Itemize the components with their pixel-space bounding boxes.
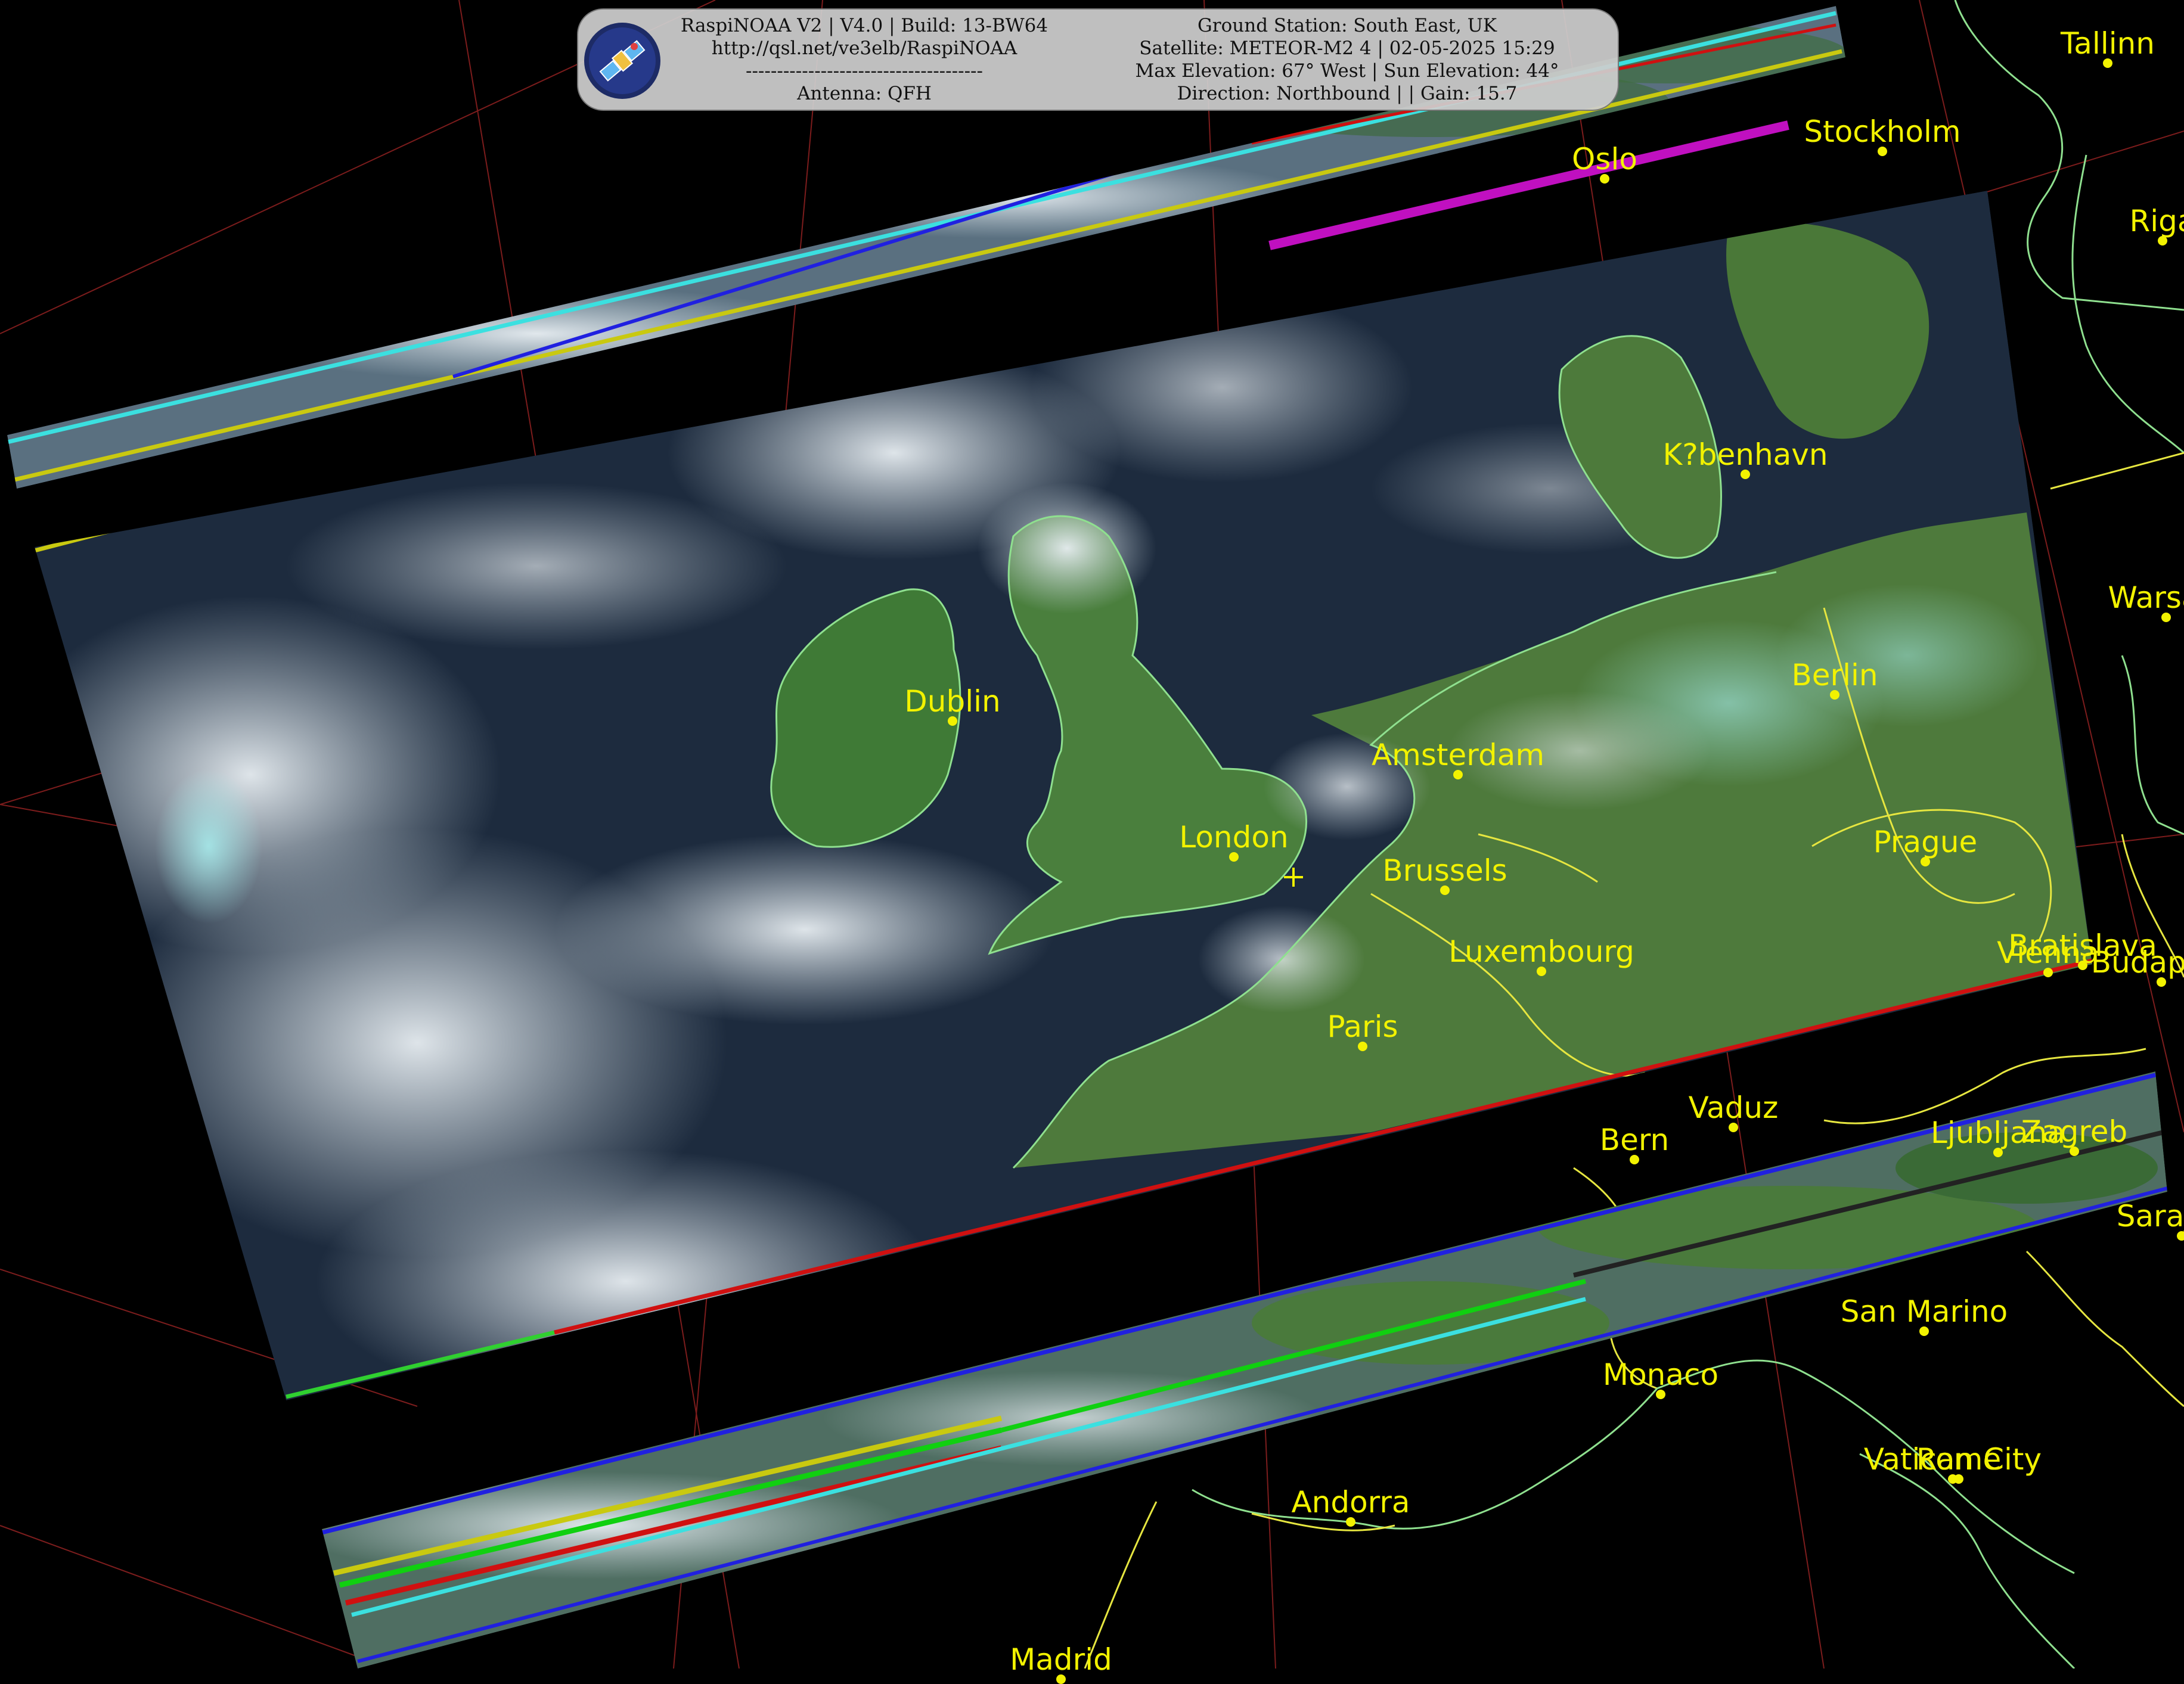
header-left-column: RaspiNOAA V2 | V4.0 | Build: 13-BW64 htt…	[656, 14, 1073, 105]
city-dot	[1056, 1674, 1066, 1684]
city-label: Prague	[1873, 825, 1978, 859]
city-label: Brussels	[1382, 853, 1507, 888]
ground-station-marker-icon	[1284, 868, 1303, 887]
city-label: Sarajevo	[2116, 1199, 2184, 1234]
city-label: K?benhavn	[1662, 437, 1828, 472]
city-label: Luxembourg	[1448, 934, 1634, 969]
header-right-column: Ground Station: South East, UK Satellite…	[1079, 14, 1615, 105]
header-elevation: Max Elevation: 67° West | Sun Elevation:…	[1135, 60, 1559, 82]
city-label: Dublin	[904, 684, 1001, 719]
city-label: Warsaw	[2108, 580, 2184, 615]
city-label: Madrid	[1010, 1642, 1112, 1677]
header-ground-station: Ground Station: South East, UK	[1198, 15, 1497, 36]
city-label: Rome	[1916, 1442, 2002, 1477]
city-label: Vaduz	[1688, 1090, 1779, 1125]
city-label: Zagreb	[2021, 1114, 2128, 1149]
city-label: Paris	[1327, 1009, 1398, 1044]
city-label: Amsterdam	[1371, 738, 1545, 772]
city-label: Berlin	[1791, 658, 1878, 692]
header-direction-gain: Direction: Northbound | | Gain: 15.7	[1177, 83, 1518, 104]
header-app-version: RaspiNOAA V2 | V4.0 | Build: 13-BW64	[680, 15, 1048, 36]
city-label: Riga	[2129, 204, 2184, 238]
city-label: San Marino	[1840, 1294, 2008, 1329]
pass-info-header: RaspiNOAA V2 | V4.0 | Build: 13-BW64 htt…	[577, 8, 1619, 111]
header-url: http://qsl.net/ve3elb/RaspiNOAA	[711, 38, 1017, 59]
city-label: Tallinn	[2061, 26, 2155, 61]
header-satellite: Satellite: METEOR-M2 4 | 02-05-2025 15:2…	[1139, 38, 1555, 59]
city-label: Stockholm	[1804, 114, 1961, 149]
city-label: Bern	[1599, 1123, 1670, 1157]
city-label: Budapest	[2090, 945, 2184, 980]
city-label: London	[1179, 820, 1289, 855]
satellite-logo-icon	[584, 23, 660, 99]
header-antenna: Antenna: QFH	[797, 83, 932, 104]
city-label: Oslo	[1572, 142, 1637, 176]
city-label: Andorra	[1291, 1485, 1410, 1520]
city-label: Monaco	[1602, 1357, 1719, 1392]
header-divider: --------------------------------------	[745, 60, 984, 82]
satellite-map-canvas	[0, 0, 2184, 1669]
